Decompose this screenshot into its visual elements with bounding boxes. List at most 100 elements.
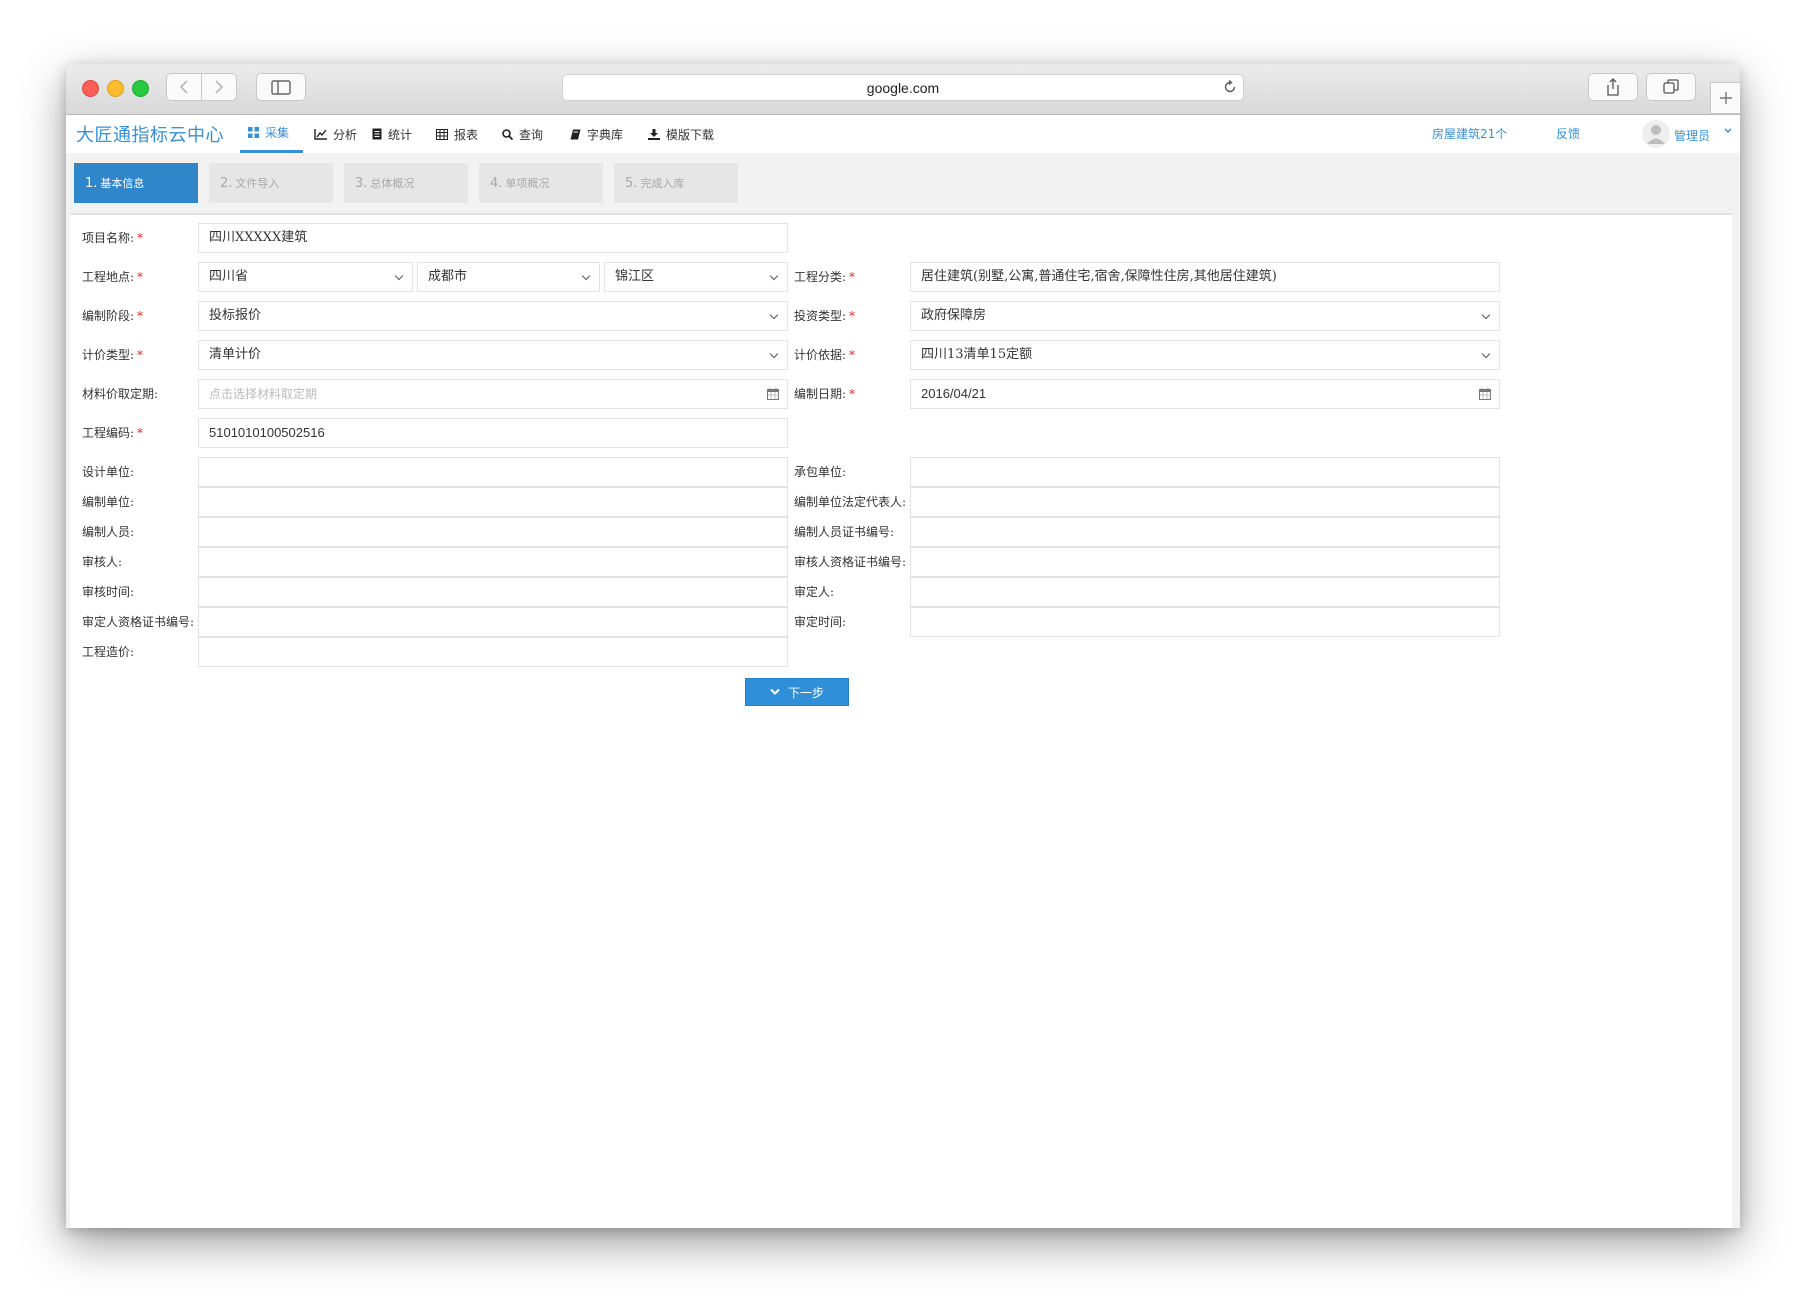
compile-date-value: 2016/04/21 [921, 386, 987, 401]
search-icon [502, 128, 513, 140]
tab-overview-button[interactable] [1646, 73, 1696, 101]
reviewer-cert-field[interactable] [910, 547, 1500, 577]
chevron-right-icon [215, 80, 224, 94]
compiler-cert-label: 编制人员证书编号: [794, 525, 895, 539]
step-item-overview[interactable]: 4. 单项概况 [479, 163, 603, 203]
browser-window: google.com 大匠通指标云中心 采集 分析 统计 报表 查询 字典库 模… [66, 64, 1740, 1228]
close-window-button[interactable] [82, 80, 99, 97]
pricing-basis-select[interactable]: 四川13清单15定额 [910, 340, 1500, 370]
approve-time-field[interactable] [910, 607, 1500, 637]
back-button[interactable] [166, 73, 202, 101]
review-time-label: 审核时间: [82, 585, 135, 599]
nav-stats[interactable]: 统计 [372, 115, 412, 153]
project-code-label: 工程编码: * [82, 426, 144, 440]
project-code-field[interactable]: 5101010100502516 [198, 418, 788, 448]
nav-label: 采集 [265, 126, 290, 140]
share-button[interactable] [1588, 73, 1638, 101]
district-select[interactable]: 锦江区 [604, 262, 788, 292]
nav-label: 字典库 [587, 127, 624, 142]
nav-label: 查询 [519, 127, 544, 142]
share-icon [1607, 78, 1619, 96]
nav-label: 统计 [388, 127, 413, 142]
nav-template-download[interactable]: 模版下载 [648, 115, 714, 153]
reviewer-field[interactable] [198, 547, 788, 577]
forward-button[interactable] [201, 73, 237, 101]
step-label: 单项概况 [505, 177, 550, 190]
nav-query[interactable]: 查询 [502, 115, 543, 153]
legal-rep-label: 编制单位法定代表人: [794, 495, 907, 509]
calendar-icon[interactable] [767, 388, 779, 400]
address-bar[interactable]: google.com [562, 74, 1244, 101]
reload-icon[interactable] [1223, 80, 1237, 94]
nav-label: 模版下载 [666, 127, 715, 142]
url-text: google.com [866, 80, 940, 96]
compile-unit-label: 编制单位: [82, 495, 135, 509]
minimize-window-button[interactable] [107, 80, 124, 97]
investment-type-select[interactable]: 政府保障房 [910, 301, 1500, 331]
sidebar-toggle-button[interactable] [256, 73, 306, 101]
sidebar-icon [271, 79, 291, 95]
compiler-field[interactable] [198, 517, 788, 547]
step-basic-info[interactable]: 1. 基本信息 [74, 163, 198, 203]
province-select[interactable]: 四川省 [198, 262, 413, 292]
contractor-field[interactable] [910, 457, 1500, 487]
pricing-type-label: 计价类型: * [82, 348, 144, 362]
category-label: 工程分类: * [794, 270, 856, 284]
approver-field[interactable] [910, 577, 1500, 607]
project-name-field[interactable]: 四川XXXXX建筑 [198, 223, 788, 253]
nav-report[interactable]: 报表 [436, 115, 478, 153]
app-logo-title[interactable]: 大匠通指标云中心 [76, 121, 224, 147]
reviewer-label: 审核人: [82, 555, 123, 569]
tabs-icon [1663, 79, 1679, 94]
chevron-down-icon[interactable] [1724, 127, 1732, 135]
nav-collect[interactable]: 采集 [240, 115, 303, 153]
stage-select[interactable]: 投标报价 [198, 301, 788, 331]
compiler-label: 编制人员: [82, 525, 135, 539]
step-label: 文件导入 [235, 177, 280, 190]
zoom-window-button[interactable] [132, 80, 149, 97]
approve-time-label: 审定时间: [794, 615, 847, 629]
city-select[interactable]: 成都市 [417, 262, 600, 292]
project-cost-field[interactable] [198, 637, 788, 667]
step-overview[interactable]: 3. 总体概况 [344, 163, 468, 203]
user-menu[interactable]: 管理员 [1674, 127, 1710, 144]
approver-cert-field[interactable] [198, 607, 788, 637]
pricing-type-select[interactable]: 清单计价 [198, 340, 788, 370]
approver-label: 审定人: [794, 585, 835, 599]
step-file-import[interactable]: 2. 文件导入 [209, 163, 333, 203]
calendar-icon[interactable] [1479, 388, 1491, 400]
basic-info-form: 项目名称: * 四川XXXXX建筑 工程地点: * 四川省 成都市 锦江区 工程分类… [70, 213, 1732, 1228]
project-name-label: 项目名称: * [82, 231, 144, 245]
browser-toolbar: google.com [66, 64, 1740, 115]
nav-dictionary[interactable]: 字典库 [570, 115, 623, 153]
material-date-field[interactable]: 点击选择材料取定期 [198, 379, 788, 409]
review-time-field[interactable] [198, 577, 788, 607]
step-label: 基本信息 [100, 177, 145, 190]
approver-cert-label: 审定人资格证书编号: [82, 615, 195, 629]
document-icon [372, 128, 382, 140]
next-step-button[interactable]: 下一步 [745, 678, 849, 706]
nav-analysis[interactable]: 分析 [314, 115, 357, 153]
design-unit-field[interactable] [198, 457, 788, 487]
compile-date-field[interactable]: 2016/04/21 [910, 379, 1500, 409]
plus-icon [1719, 92, 1732, 104]
category-field[interactable]: 居住建筑(别墅,公寓,普通住宅,宿舍,保障性住房,其他居住建筑) [910, 262, 1500, 292]
project-cost-label: 工程造价: [82, 645, 135, 659]
compile-unit-field[interactable] [198, 487, 788, 517]
app-header: 大匠通指标云中心 采集 分析 统计 报表 查询 字典库 模版下载 房屋建筑21个… [66, 115, 1740, 153]
step-complete[interactable]: 5. 完成入库 [614, 163, 738, 203]
download-icon [648, 128, 660, 140]
workspace: 1. 基本信息 2. 文件导入 3. 总体概况 4. 单项概况 5. 完成入库 项目名称:… [66, 153, 1740, 1228]
investment-type-label: 投资类型: * [794, 309, 856, 323]
compiler-cert-field[interactable] [910, 517, 1500, 547]
project-count-link[interactable]: 房屋建筑21个 [1432, 125, 1507, 142]
legal-rep-field[interactable] [910, 487, 1500, 517]
chevron-down-icon [770, 688, 780, 695]
next-step-label: 下一步 [787, 685, 824, 700]
book-icon [570, 129, 581, 139]
feedback-link[interactable]: 反馈 [1556, 125, 1580, 142]
reviewer-cert-label: 审核人资格证书编号: [794, 555, 907, 569]
avatar[interactable] [1642, 120, 1670, 148]
nav-label: 报表 [454, 127, 479, 142]
new-tab-button[interactable] [1710, 82, 1740, 114]
